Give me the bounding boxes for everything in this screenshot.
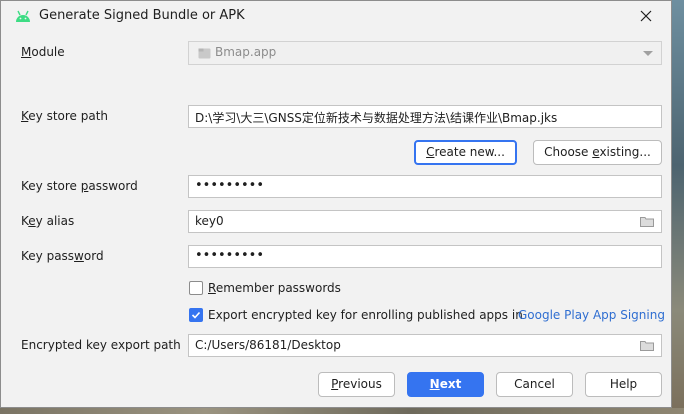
desktop-background-bottom xyxy=(0,408,684,414)
module-label: Module xyxy=(21,45,65,59)
key-alias-value: key0 xyxy=(195,214,224,228)
folder-browse-icon[interactable] xyxy=(640,216,654,227)
next-button[interactable]: Next xyxy=(407,372,484,397)
key-store-password-label: Key store password xyxy=(21,179,138,193)
folder-browse-icon[interactable] xyxy=(640,340,654,351)
module-folder-icon xyxy=(198,48,211,59)
choose-existing-button[interactable]: Choose existing... xyxy=(533,140,662,165)
key-store-password-value: ••••••••• xyxy=(195,178,265,193)
close-button[interactable] xyxy=(625,2,667,31)
key-store-path-value: D:\学习\大三\GNSS定位新技术与数据处理方法\结课作业\Bmap.jks xyxy=(195,111,558,125)
title-bar: Generate Signed Bundle or APK xyxy=(1,1,671,32)
google-play-app-signing-link[interactable]: Google Play App Signing xyxy=(518,308,665,322)
close-icon xyxy=(640,10,652,22)
help-button[interactable]: Help xyxy=(585,372,662,397)
export-path-input[interactable]: C:/Users/86181/Desktop xyxy=(188,334,662,357)
previous-button[interactable]: Previous xyxy=(318,372,395,397)
export-encrypted-key-label[interactable]: Export encrypted key for enrolling publi… xyxy=(208,308,523,322)
module-value: Bmap.app xyxy=(215,45,277,59)
chevron-down-icon xyxy=(643,51,653,56)
android-icon xyxy=(16,10,30,22)
key-store-path-label: Key store path xyxy=(21,109,109,123)
checkmark-icon xyxy=(191,311,201,319)
export-encrypted-key-checkbox[interactable] xyxy=(189,308,203,322)
window-title: Generate Signed Bundle or APK xyxy=(39,8,245,23)
remember-passwords-checkbox[interactable] xyxy=(189,281,203,295)
export-path-value: C:/Users/86181/Desktop xyxy=(195,338,341,352)
desktop-background-right xyxy=(672,0,684,414)
key-store-password-input[interactable]: ••••••••• xyxy=(188,175,662,198)
key-password-label: Key password xyxy=(21,249,104,263)
key-password-input[interactable]: ••••••••• xyxy=(188,245,662,268)
export-path-label: Encrypted key export path xyxy=(21,338,181,352)
key-alias-input[interactable]: key0 xyxy=(188,210,662,233)
key-alias-label: Key alias xyxy=(21,214,75,228)
module-select[interactable]: Bmap.app xyxy=(188,41,662,65)
remember-passwords-label[interactable]: Remember passwords xyxy=(208,281,341,295)
create-new-button[interactable]: Create new... xyxy=(414,140,517,165)
key-store-path-input[interactable]: D:\学习\大三\GNSS定位新技术与数据处理方法\结课作业\Bmap.jks xyxy=(188,105,662,128)
key-password-value: ••••••••• xyxy=(195,248,265,263)
cancel-button[interactable]: Cancel xyxy=(496,372,573,397)
generate-signed-apk-dialog: Generate Signed Bundle or APK Module Bma… xyxy=(0,0,672,408)
